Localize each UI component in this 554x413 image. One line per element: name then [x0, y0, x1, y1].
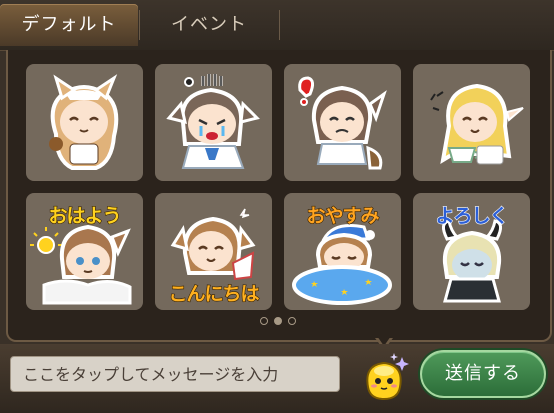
- sticker-2[interactable]: [155, 64, 272, 181]
- sticker-caption: おやすみ: [306, 204, 380, 227]
- message-bar: 送信する: [0, 344, 554, 413]
- sticker-caption: こんにちは: [168, 282, 260, 305]
- crying-dog-girl-icon: [166, 74, 260, 169]
- sticker-toggle-button[interactable]: [354, 347, 412, 403]
- sticker-5[interactable]: おはよう: [26, 193, 143, 310]
- exclaim-girl-icon: [298, 76, 387, 170]
- page-indicator: [260, 317, 300, 327]
- tab-event[interactable]: イベント: [140, 4, 278, 46]
- tea-elf-icon: [430, 83, 524, 165]
- tab-bar: デフォルト イベント: [0, 0, 554, 51]
- tab-divider: [279, 10, 280, 40]
- sticker-caption: よろしく: [435, 204, 509, 227]
- sticker-7[interactable]: おやすみ: [284, 193, 401, 310]
- page-dot[interactable]: [288, 317, 296, 325]
- maid-cat-girl-icon: [49, 74, 119, 170]
- sticker-4[interactable]: [413, 64, 530, 181]
- sticker-caption: おはよう: [48, 204, 122, 227]
- sticker-grid: おはよう こんにちは おやすみ よろしく: [8, 50, 550, 340]
- sticker-6[interactable]: こんにちは: [155, 193, 272, 310]
- page-dot-active[interactable]: [274, 317, 282, 325]
- page-dot[interactable]: [260, 317, 268, 325]
- yellow-mascot-icon: [366, 353, 409, 401]
- sticker-panel: おはよう こんにちは おやすみ よろしく: [6, 50, 552, 342]
- message-input[interactable]: [10, 356, 340, 392]
- sticker-3[interactable]: [284, 64, 401, 181]
- tab-default[interactable]: デフォルト: [0, 4, 138, 46]
- send-button[interactable]: 送信する: [420, 350, 546, 398]
- sticker-8[interactable]: よろしく: [413, 193, 530, 310]
- sticker-1[interactable]: [26, 64, 143, 181]
